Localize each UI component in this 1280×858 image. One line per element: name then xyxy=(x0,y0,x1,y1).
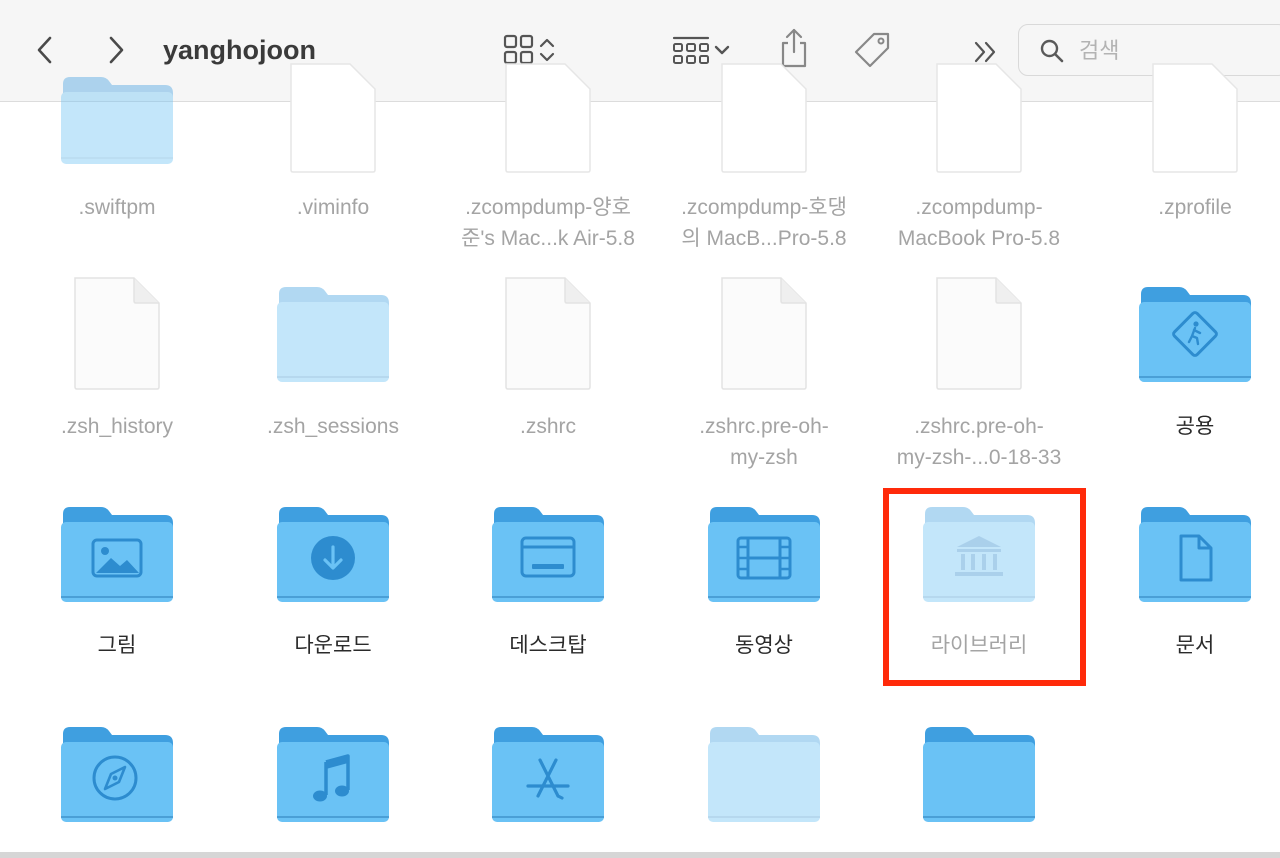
file-item-downloads[interactable]: 다운로드 xyxy=(225,500,441,680)
movies-folder-icon xyxy=(656,500,872,608)
file-item-swiftpm[interactable]: .swiftpm xyxy=(9,0,225,250)
folder-icon xyxy=(225,280,441,388)
file-item-sites[interactable] xyxy=(9,720,225,830)
file-item-zshrc[interactable]: .zshrc xyxy=(440,276,656,476)
file-name: .zcompdump-호댕 의 MacB...Pro-5.8 xyxy=(681,196,847,250)
file-name: 문서 xyxy=(1175,634,1215,657)
file-item-viminfo[interactable]: .viminfo xyxy=(225,0,441,250)
file-item-zsh-sessions[interactable]: .zsh_sessions xyxy=(225,276,441,476)
document-icon xyxy=(225,62,441,174)
file-name: 공용 xyxy=(1175,415,1215,438)
file-name: 데스크탑 xyxy=(509,634,587,657)
file-item-hidden-folder[interactable] xyxy=(656,720,872,830)
file-item-zcompdump-2[interactable]: .zcompdump-호댕 의 MacB...Pro-5.8 xyxy=(656,0,872,250)
file-item-zshrc-pre-oh-my-zsh-dated[interactable]: .zshrc.pre-oh- my-zsh-...0-18-33 xyxy=(871,276,1087,476)
file-item-zcompdump-3[interactable]: .zcompdump- MacBook Pro-5.8 xyxy=(871,0,1087,250)
file-name: .zsh_sessions xyxy=(267,415,399,438)
folder-icon xyxy=(656,720,872,828)
public-folder-icon xyxy=(1087,280,1280,388)
file-item-movies[interactable]: 동영상 xyxy=(656,500,872,680)
file-name: .zsh_history xyxy=(60,415,174,438)
file-item-applications[interactable] xyxy=(440,720,656,830)
file-name: .zshrc.pre-oh- my-zsh-...0-18-33 xyxy=(896,415,1062,469)
folder-icon xyxy=(871,720,1087,828)
window-bottom-edge xyxy=(0,852,1280,858)
file-item-music[interactable] xyxy=(225,720,441,830)
document-icon xyxy=(656,276,872,391)
downloads-folder-icon xyxy=(225,500,441,608)
pictures-folder-icon xyxy=(9,500,225,608)
document-icon xyxy=(871,276,1087,391)
document-icon xyxy=(871,62,1087,174)
file-item-documents[interactable]: 문서 xyxy=(1087,500,1280,680)
file-name: .zcompdump-양호 준's Mac...k Air-5.8 xyxy=(461,196,635,250)
music-folder-icon xyxy=(225,720,441,828)
file-name: 그림 xyxy=(97,634,137,657)
file-item-zcompdump-1[interactable]: .zcompdump-양호 준's Mac...k Air-5.8 xyxy=(440,0,656,250)
file-name: .swiftpm xyxy=(78,196,156,219)
file-name: .zshrc xyxy=(519,415,576,438)
compass-folder-icon xyxy=(9,720,225,828)
file-item-zsh-history[interactable]: .zsh_history xyxy=(9,276,225,476)
file-name: 동영상 xyxy=(735,634,793,657)
document-icon xyxy=(1087,62,1280,174)
file-name: 다운로드 xyxy=(294,634,372,657)
highlight-box xyxy=(883,488,1086,686)
appstore-folder-icon xyxy=(440,720,656,828)
file-name: .viminfo xyxy=(296,196,370,219)
file-name: .zcompdump- MacBook Pro-5.8 xyxy=(897,196,1061,250)
documents-folder-icon xyxy=(1087,500,1280,608)
folder-icon xyxy=(9,60,225,168)
file-name: .zshrc.pre-oh- my-zsh xyxy=(699,415,829,469)
file-item-pictures[interactable]: 그림 xyxy=(9,500,225,680)
document-icon xyxy=(440,276,656,391)
file-item-public[interactable]: 공용 xyxy=(1087,276,1280,476)
file-name: .zprofile xyxy=(1158,196,1232,219)
document-icon xyxy=(440,62,656,174)
document-icon xyxy=(656,62,872,174)
file-item-zshrc-pre-oh-my-zsh[interactable]: .zshrc.pre-oh- my-zsh xyxy=(656,276,872,476)
document-icon xyxy=(9,276,225,391)
file-item-desktop[interactable]: 데스크탑 xyxy=(440,500,656,680)
file-item-folder[interactable] xyxy=(871,720,1087,830)
file-item-zprofile[interactable]: .zprofile xyxy=(1087,0,1280,250)
desktop-folder-icon xyxy=(440,500,656,608)
